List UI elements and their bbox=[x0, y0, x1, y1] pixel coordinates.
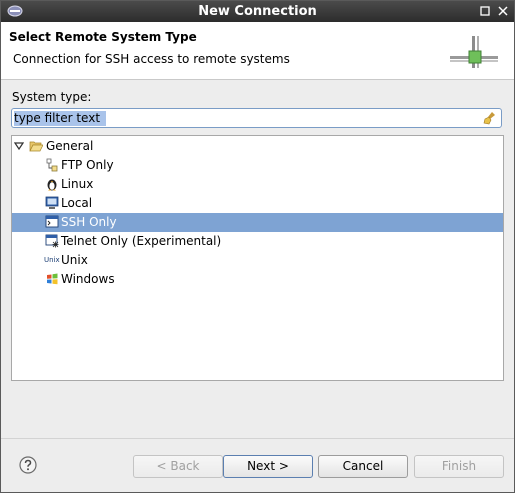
cancel-button[interactable]: Cancel bbox=[318, 455, 408, 478]
filter-field[interactable] bbox=[11, 108, 502, 128]
help-icon[interactable] bbox=[19, 456, 37, 474]
title-bar[interactable]: New Connection bbox=[1, 1, 514, 22]
tree-item-telnet-only[interactable]: Telnet Only (Experimental) bbox=[12, 232, 503, 251]
tree-item-label: Windows bbox=[61, 272, 115, 286]
network-connection-icon bbox=[450, 36, 498, 68]
tree-category-label: General bbox=[46, 139, 94, 153]
tree-item-label: FTP Only bbox=[61, 158, 114, 172]
tree-item-label: Linux bbox=[61, 177, 94, 191]
tree-item-windows[interactable]: Windows bbox=[12, 270, 503, 289]
tree-item-label: Unix bbox=[61, 253, 88, 267]
filter-input[interactable] bbox=[14, 110, 479, 126]
windows-icon bbox=[47, 273, 58, 285]
footer-separator bbox=[1, 438, 514, 439]
linux-penguin-icon bbox=[47, 179, 57, 191]
ssh-terminal-icon bbox=[45, 215, 59, 228]
tree-item-label: Telnet Only (Experimental) bbox=[61, 234, 222, 248]
next-button[interactable]: Next > bbox=[223, 455, 313, 478]
page-description: Connection for SSH access to remote syst… bbox=[13, 52, 290, 66]
clear-filter-broom-icon[interactable] bbox=[483, 111, 497, 125]
finish-button[interactable]: Finish bbox=[414, 455, 504, 478]
tree-item-label: SSH Only bbox=[61, 215, 117, 229]
window-title: New Connection bbox=[198, 4, 317, 19]
telnet-terminal-icon bbox=[45, 234, 59, 248]
tree-category-general[interactable]: General bbox=[12, 137, 503, 156]
local-monitor-icon bbox=[45, 196, 59, 209]
new-connection-dialog: New Connection Select Remote System Type… bbox=[0, 0, 515, 493]
system-type-label: System type: bbox=[12, 90, 92, 104]
close-icon[interactable] bbox=[496, 4, 510, 18]
minimize-icon[interactable] bbox=[478, 4, 492, 18]
tree-item-ssh-only[interactable]: SSH Only bbox=[12, 213, 503, 232]
tree-item-linux[interactable]: Linux bbox=[12, 175, 503, 194]
system-type-tree[interactable]: General FTP Only Linux Local SSH Only Te… bbox=[11, 135, 504, 381]
page-title: Select Remote System Type bbox=[9, 30, 197, 44]
tree-item-local[interactable]: Local bbox=[12, 194, 503, 213]
ftp-icon bbox=[46, 158, 58, 172]
unix-icon: Unix bbox=[44, 256, 60, 264]
tree-item-unix[interactable]: Unix Unix bbox=[12, 251, 503, 270]
expand-triangle-icon[interactable] bbox=[14, 141, 24, 151]
back-button[interactable]: < Back bbox=[133, 455, 223, 478]
tree-item-ftp-only[interactable]: FTP Only bbox=[12, 156, 503, 175]
tree-item-label: Local bbox=[61, 196, 93, 210]
wizard-header: Select Remote System Type Connection for… bbox=[1, 22, 514, 80]
folder-open-icon bbox=[29, 141, 43, 152]
